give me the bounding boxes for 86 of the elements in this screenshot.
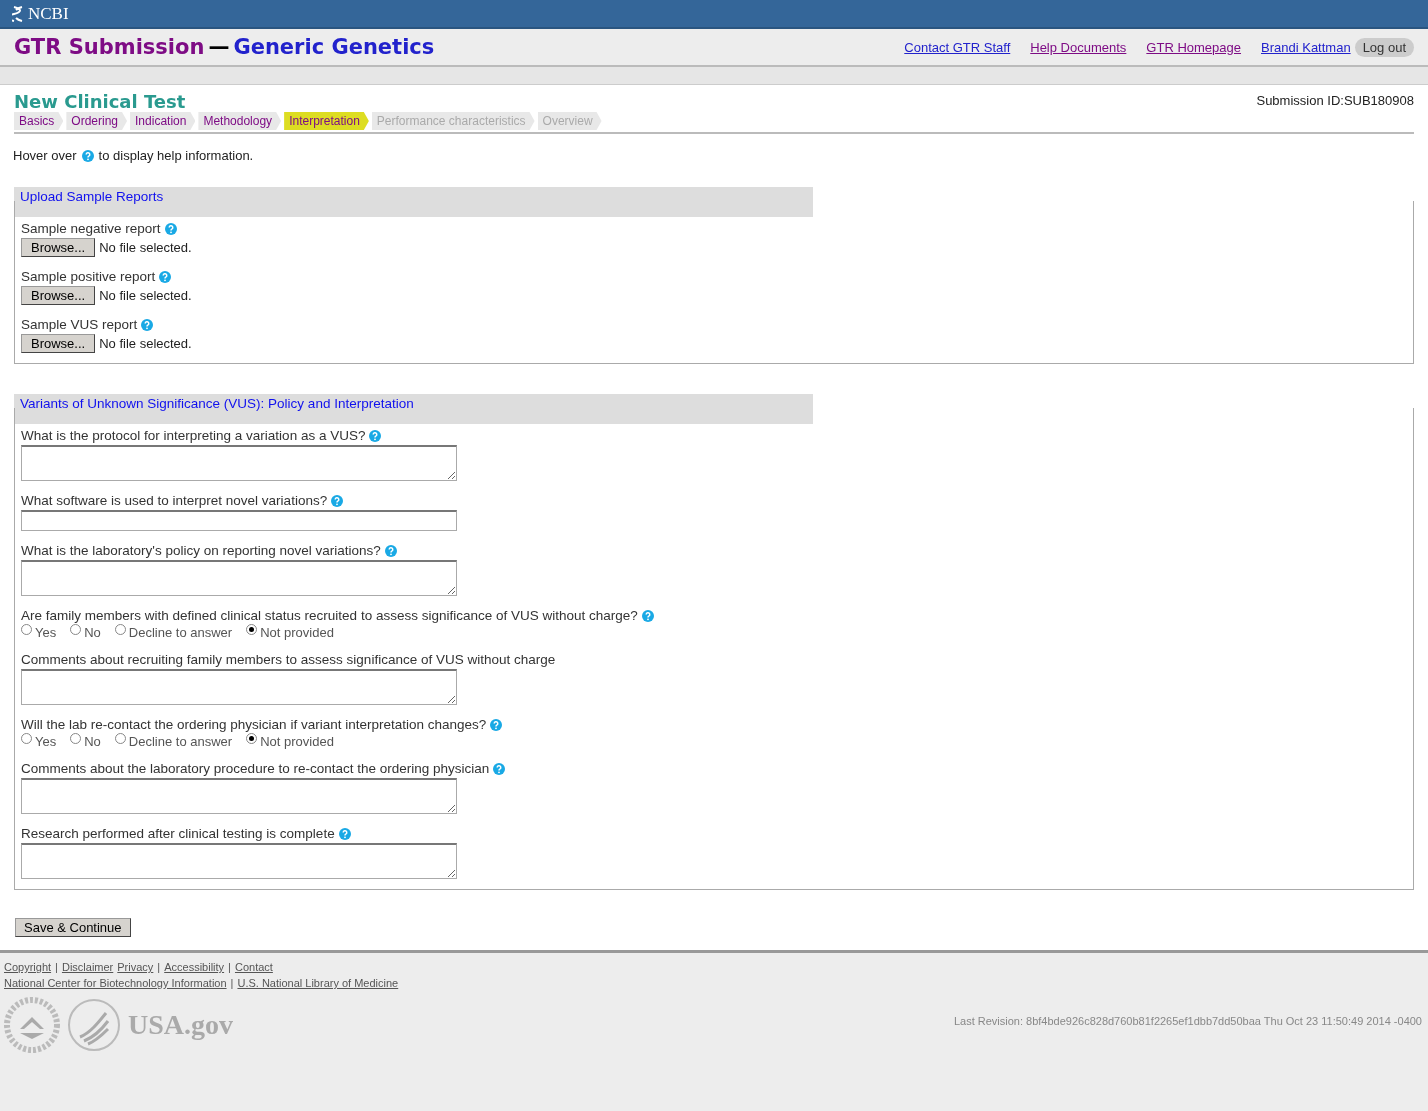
help-icon[interactable]	[490, 719, 503, 731]
browse-button[interactable]: Browse...	[21, 334, 96, 353]
help-icon[interactable]	[141, 319, 154, 331]
radio-button[interactable]	[70, 733, 82, 744]
step-tab[interactable]: Indication	[130, 112, 196, 130]
lab-name: Generic Genetics	[233, 35, 435, 59]
field-label: What software is used to interpret novel variations?	[21, 493, 328, 509]
section-header: Variants of Unknown Significance (VUS): Policy and Interpretation	[14, 394, 813, 424]
radio-label[interactable]: No	[84, 625, 101, 640]
text-area[interactable]	[21, 843, 457, 879]
help-icon[interactable]	[493, 763, 506, 775]
hint-text: Hover over	[13, 148, 77, 163]
browse-button[interactable]: Browse...	[21, 238, 96, 257]
help-icon[interactable]	[164, 223, 177, 235]
radio-label[interactable]: Decline to answer	[128, 734, 233, 749]
field-label: What is the laboratory's policy on reporting novel variations?	[21, 543, 381, 559]
radio-button[interactable]	[70, 624, 82, 635]
save-continue-button[interactable]: Save & Continue	[15, 918, 131, 937]
footer-link[interactable]: Copyright	[4, 961, 52, 973]
step-tab[interactable]: Basics	[14, 112, 64, 130]
radio-button[interactable]	[114, 733, 126, 744]
hint-text: to display help information.	[98, 148, 254, 163]
step-tab[interactable]: Methodology	[198, 112, 282, 130]
file-status: No file selected.	[99, 336, 192, 351]
file-status: No file selected.	[99, 240, 192, 255]
logout-button[interactable]: Log out	[1354, 37, 1414, 57]
text-area[interactable]	[21, 778, 457, 814]
field-label: Sample negative report	[21, 221, 161, 237]
field-label: Are family members with defined clinical status recruited to assess significance of VUS without charge?	[21, 608, 638, 624]
file-status: No file selected.	[99, 288, 192, 303]
help-icon[interactable]	[81, 149, 94, 162]
input-field[interactable]	[21, 510, 457, 531]
field-label: Will the lab re-contact the ordering physician if variant interpretation changes?	[21, 717, 487, 733]
header-link[interactable]: Contact GTR Staff	[904, 39, 1011, 55]
footer-link[interactable]: U.S. National Library of Medicine	[237, 977, 399, 989]
help-icon[interactable]	[338, 828, 351, 840]
footer-link[interactable]: Privacy	[117, 961, 154, 973]
page-title: New Clinical Test	[14, 91, 186, 112]
radio-button[interactable]	[21, 624, 32, 635]
link-divider: |	[55, 961, 58, 973]
hhs-logo-icon	[66, 997, 122, 1053]
app-title: GTR Submission	[14, 35, 205, 59]
field-label: Research performed after clinical testing is complete	[21, 826, 335, 842]
field-label: Sample positive report	[21, 269, 156, 285]
text-area[interactable]	[21, 669, 457, 705]
link-divider: |	[157, 961, 161, 973]
radio-button[interactable]	[246, 733, 258, 744]
radio-button[interactable]	[114, 624, 126, 635]
footer-link[interactable]: Accessibility	[164, 961, 225, 973]
browse-button[interactable]: Browse...	[21, 286, 96, 305]
field-label: Sample VUS report	[21, 317, 138, 333]
help-icon[interactable]	[331, 495, 344, 507]
step-tab[interactable]: Interpretation	[284, 112, 369, 130]
radio-label[interactable]: Yes	[35, 625, 57, 640]
radio-button[interactable]	[246, 624, 258, 635]
radio-label[interactable]: Decline to answer	[128, 625, 233, 640]
radio-label[interactable]: No	[84, 734, 101, 749]
text-area[interactable]	[21, 560, 457, 596]
help-icon[interactable]	[641, 610, 654, 622]
submission-id: Submission ID:SUB180908	[1256, 93, 1414, 108]
nih-logo-icon	[4, 997, 60, 1053]
radio-label[interactable]: Not provided	[260, 625, 334, 640]
footer-link[interactable]: Contact	[234, 961, 273, 973]
field-label: Comments about recruiting family members to assess significance of VUS without charge	[21, 652, 556, 668]
radio-label[interactable]: Not provided	[260, 734, 334, 749]
field-label: What is the protocol for interpreting a variation as a VUS?	[21, 428, 366, 444]
radio-button[interactable]	[21, 733, 32, 744]
help-icon[interactable]	[369, 430, 382, 442]
footer-link[interactable]: National Center for Biotechnology Information	[4, 977, 227, 989]
header-link[interactable]: GTR Homepage	[1146, 39, 1241, 55]
helix-icon	[12, 4, 24, 23]
ncbi-logo[interactable]: NCBI	[28, 3, 69, 24]
link-divider: |	[228, 961, 231, 973]
title-separator: —	[208, 35, 230, 59]
help-icon[interactable]	[159, 271, 172, 283]
revision-text: Last Revision: 8bf4bde926c828d760b81f2265ef1dbb7dd50baa Thu Oct 23 11:50:49 2014 -0400	[953, 1015, 1422, 1027]
link-divider: |	[230, 977, 234, 989]
header-link[interactable]: Brandi Kattman	[1261, 39, 1351, 55]
help-icon[interactable]	[384, 545, 397, 557]
text-area[interactable]	[21, 445, 457, 481]
radio-label[interactable]: Yes	[35, 734, 57, 749]
step-tab[interactable]: Ordering	[66, 112, 128, 130]
field-label: Comments about the laboratory procedure to re-contact the ordering physician	[21, 761, 490, 777]
header-link[interactable]: Help Documents	[1030, 39, 1127, 55]
section-header: Upload Sample Reports	[14, 187, 813, 217]
footer-link[interactable]: Disclaimer	[61, 961, 114, 973]
